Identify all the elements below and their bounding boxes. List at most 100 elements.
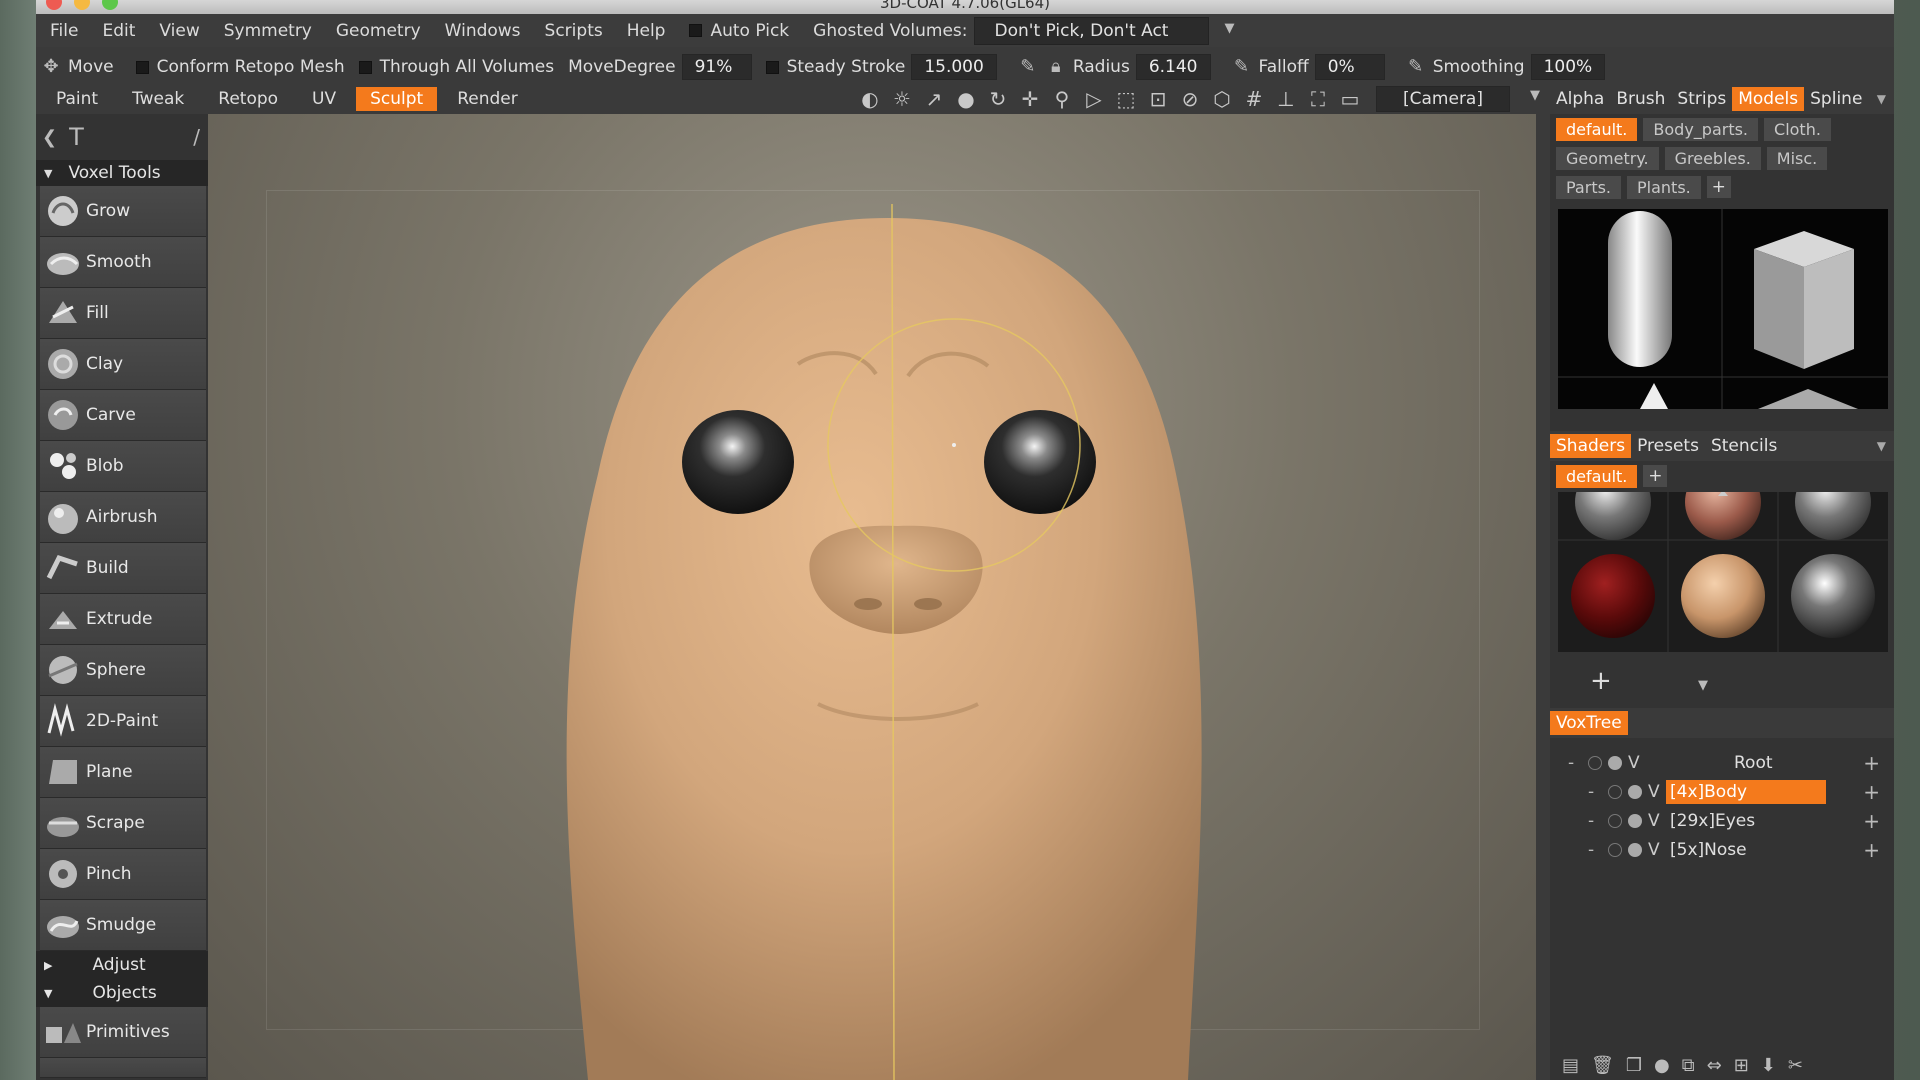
falloff-control[interactable]: Falloff 0% (1259, 54, 1385, 80)
smoothing-control[interactable]: Smoothing 100% (1433, 54, 1606, 80)
adjust-section[interactable]: ▶ Adjust (36, 951, 208, 979)
falloff-value[interactable]: 0% (1314, 54, 1385, 80)
add-child-icon[interactable]: + (1863, 780, 1880, 804)
room-tab-tweak[interactable]: Tweak (118, 87, 198, 111)
menu-scripts[interactable]: Scripts (533, 21, 615, 41)
tab-spline[interactable]: Spline (1804, 87, 1868, 111)
model-folder-geometry[interactable]: Geometry. (1556, 147, 1659, 170)
tool-sphere[interactable]: Sphere (40, 645, 206, 696)
move-tool-icon[interactable]: ✥ (40, 56, 62, 78)
voxtree-row-eyes[interactable]: - V [29x]Eyes + (1550, 806, 1894, 835)
tab-alpha[interactable]: Alpha (1550, 87, 1610, 111)
tool-carve[interactable]: Carve (40, 390, 206, 441)
delete-icon[interactable]: 🗑︎ (1591, 1055, 1614, 1076)
light-direction-icon[interactable]: ↗ (920, 86, 948, 112)
new-volume-icon[interactable]: ▤ (1562, 1055, 1579, 1076)
model-folder-default[interactable]: default. (1556, 118, 1638, 141)
voxel-tools-header[interactable]: ▼ Voxel Tools (36, 160, 208, 186)
shader-ball[interactable] (1795, 492, 1871, 540)
menu-file[interactable]: File (38, 21, 90, 41)
tab-presets[interactable]: Presets (1631, 434, 1705, 458)
visibility-eye-icon[interactable] (1608, 842, 1622, 857)
duplicate-icon[interactable]: ❐ (1626, 1055, 1642, 1076)
tab-stencils[interactable]: Stencils (1705, 434, 1783, 458)
copy-icon[interactable]: ⧉ (1682, 1055, 1695, 1076)
menu-windows[interactable]: Windows (433, 21, 533, 41)
visibility-eye-icon[interactable] (1588, 755, 1602, 770)
steady-stroke-checkbox[interactable] (765, 60, 779, 74)
text-tool-icon[interactable]: T (69, 123, 84, 151)
swap-icon[interactable]: ⇔ (1707, 1055, 1722, 1076)
room-tab-paint[interactable]: Paint (42, 87, 112, 111)
visibility-eye-icon[interactable] (1608, 784, 1622, 799)
menu-help[interactable]: Help (615, 21, 678, 41)
model-pyramid[interactable] (1758, 389, 1858, 409)
shader-ball[interactable] (1575, 492, 1651, 540)
model-folder-body-parts[interactable]: Body_parts. (1643, 118, 1759, 141)
model-folder-plants[interactable]: Plants. (1627, 176, 1701, 199)
tab-strips[interactable]: Strips (1671, 87, 1732, 111)
sculpt-model[interactable] (208, 114, 1536, 1080)
auto-pick-checkbox[interactable] (689, 23, 703, 37)
fit-all-icon[interactable]: ⬚ (1112, 86, 1140, 112)
fit-selection-icon[interactable]: ⊡ (1144, 86, 1172, 112)
tool-clay[interactable]: Clay (40, 339, 206, 390)
conform-retopo-toggle[interactable]: Conform Retopo Mesh (135, 57, 345, 77)
sphere-icon[interactable]: ● (1654, 1055, 1670, 1076)
conform-retopo-checkbox[interactable] (135, 60, 149, 74)
through-all-volumes-toggle[interactable]: Through All Volumes (358, 57, 554, 77)
move-degree-control[interactable]: MoveDegree 91% (568, 54, 752, 80)
add-child-icon[interactable]: + (1863, 809, 1880, 833)
model-cone[interactable] (1640, 383, 1668, 409)
panel-menu-icon[interactable]: ▼ (1877, 92, 1886, 106)
ghosted-volumes-dropdown[interactable]: Don't Pick, Don't Act ▼ (973, 16, 1234, 45)
add-folder-button[interactable]: + (1643, 465, 1668, 487)
lock-icon[interactable]: 🔒︎ (1045, 56, 1067, 78)
chevron-down-icon[interactable]: ▼ (1530, 88, 1540, 103)
contrast-icon[interactable]: ◐ (856, 86, 884, 112)
shader-ball[interactable] (1571, 554, 1655, 638)
voxtree-row-nose[interactable]: - V [5x]Nose + (1550, 835, 1894, 864)
auto-pick-toggle[interactable]: Auto Pick (677, 21, 801, 41)
drop-icon[interactable]: ● (952, 86, 980, 112)
room-tab-render[interactable]: Render (443, 87, 532, 111)
tab-shaders[interactable]: Shaders (1550, 434, 1632, 458)
model-folder-cloth[interactable]: Cloth. (1764, 118, 1831, 141)
add-child-icon[interactable]: + (1863, 751, 1880, 775)
wireframe-cube-icon[interactable]: ⬡ (1208, 86, 1236, 112)
tool-2d-paint[interactable]: 2D-Paint (40, 696, 206, 747)
tool-grow[interactable]: Grow (40, 186, 206, 237)
shader-ball[interactable] (1681, 554, 1765, 638)
panel-menu-icon[interactable]: ▼ (1877, 439, 1886, 453)
tool-pinch[interactable]: Pinch (40, 849, 206, 900)
visibility-eye-icon[interactable] (1608, 813, 1622, 828)
menu-symmetry[interactable]: Symmetry (212, 21, 324, 41)
model-capsule[interactable] (1608, 211, 1672, 367)
brush-icon[interactable]: / (193, 125, 200, 149)
tab-brush[interactable]: Brush (1610, 87, 1671, 111)
ghost-dot-icon[interactable] (1628, 842, 1642, 857)
collapse-icon[interactable]: ❮ (42, 127, 57, 148)
tool-blob[interactable]: Blob (40, 441, 206, 492)
model-cube[interactable] (1754, 231, 1854, 369)
through-all-volumes-checkbox[interactable] (358, 60, 372, 74)
voxtree-row-body[interactable]: - V [4x]Body + (1550, 777, 1894, 806)
room-tab-sculpt[interactable]: Sculpt (356, 87, 438, 111)
smoothing-value[interactable]: 100% (1530, 54, 1606, 80)
add-shader-icon[interactable]: + (1590, 666, 1612, 696)
pen-pressure-icon[interactable]: ✎ (1017, 56, 1039, 78)
tab-models[interactable]: Models (1732, 87, 1805, 111)
tool-smudge[interactable]: Smudge (40, 900, 206, 951)
camera-dropdown[interactable]: [Camera] (1376, 86, 1510, 112)
menu-geometry[interactable]: Geometry (324, 21, 433, 41)
tool-build[interactable]: Build (40, 543, 206, 594)
pen-pressure-icon[interactable]: ✎ (1231, 56, 1253, 78)
select-icon[interactable]: ▷ (1080, 86, 1108, 112)
steady-stroke-control[interactable]: Steady Stroke 15.000 (765, 54, 997, 80)
3d-viewport[interactable] (208, 114, 1536, 1080)
tools-icon[interactable]: ✂ (1788, 1055, 1803, 1076)
disable-icon[interactable]: ⊘ (1176, 86, 1204, 112)
room-tab-retopo[interactable]: Retopo (204, 87, 292, 111)
objects-section[interactable]: ▼ Objects (36, 979, 208, 1007)
tool-extrude[interactable]: Extrude (40, 594, 206, 645)
